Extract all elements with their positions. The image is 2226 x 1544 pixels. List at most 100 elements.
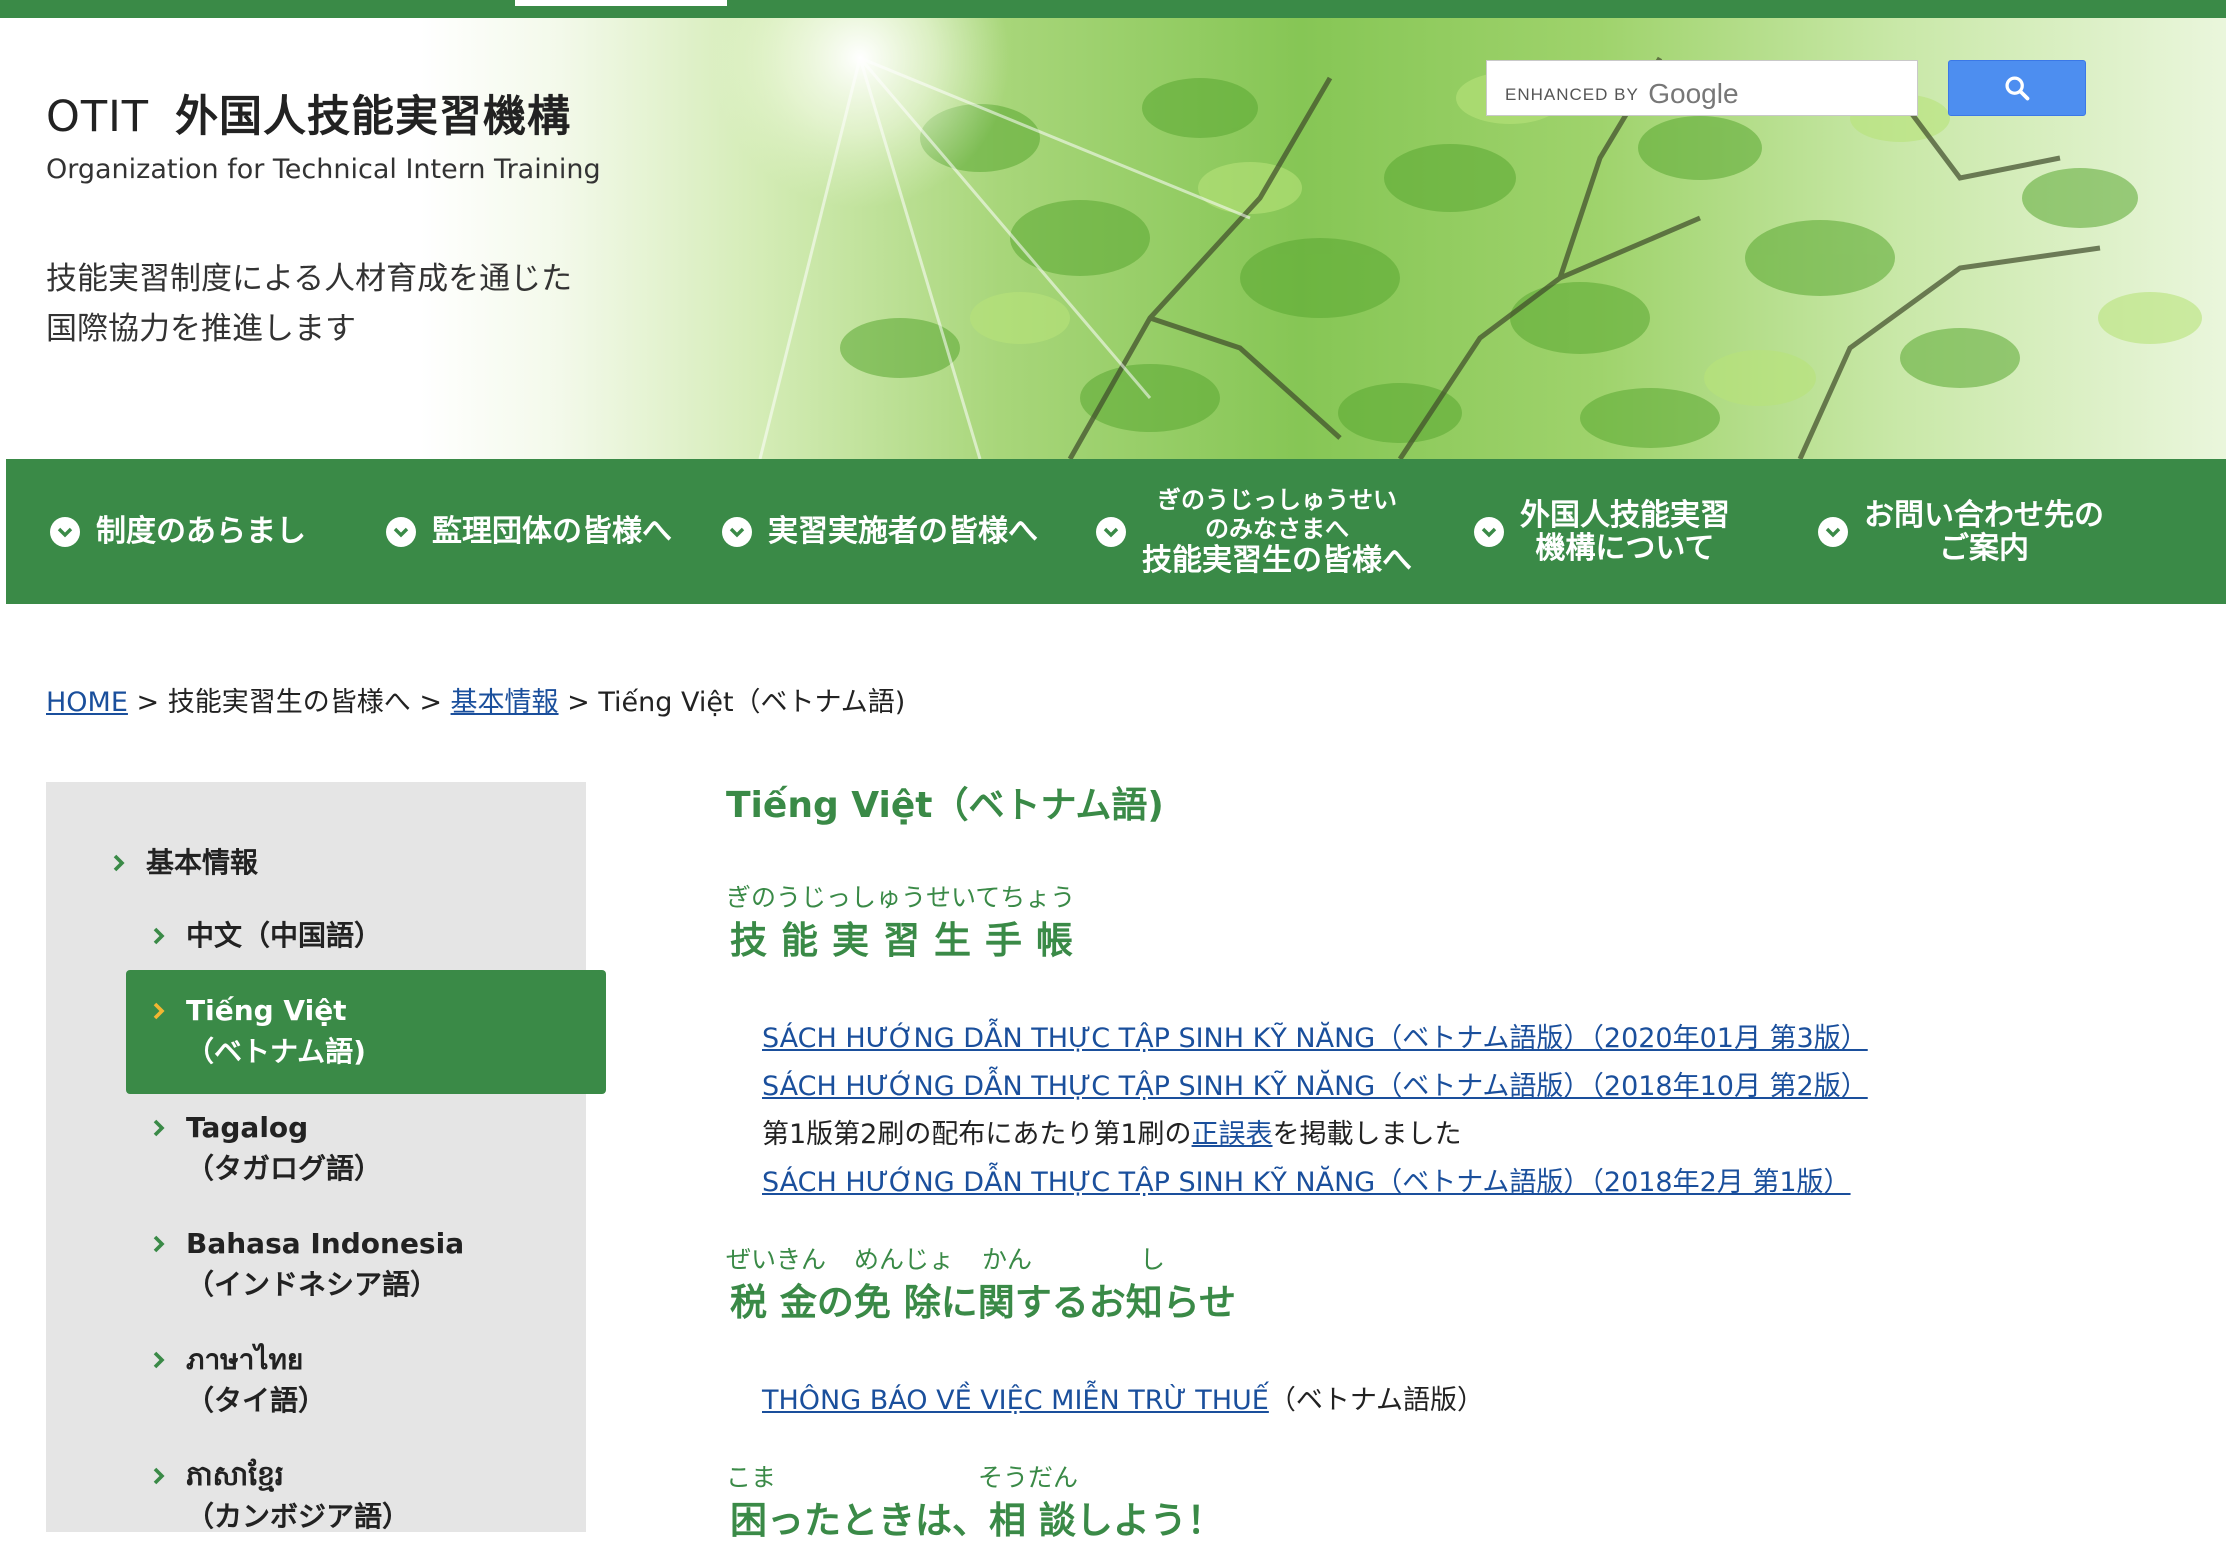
sidebar-label-line1: Bahasa Indonesia [186, 1227, 465, 1260]
breadcrumb-basic-info-link[interactable]: 基本情報 [451, 687, 559, 718]
sidebar-label-line2: （ベトナム語) [186, 1035, 366, 1068]
sidebar-item-vietnamese[interactable]: Tiếng Việt （ベトナム語) [126, 970, 606, 1094]
chevron-right-icon [152, 1223, 174, 1264]
sidebar-item-chinese[interactable]: 中文（中国語） [152, 915, 382, 956]
chevron-down-circle-icon [50, 516, 80, 547]
errata-note: 第1版第2刷の配布にあたり第1刷の正誤表を掲載しました [762, 1112, 1462, 1151]
nav-label-line2: 機構について [1535, 530, 1715, 566]
sidebar-item-indonesian[interactable]: Bahasa Indonesia （インドネシア語） [152, 1223, 464, 1305]
nav-label-line1: お問い合わせ先の [1864, 497, 2104, 533]
section-ruby: ぎのうじっしゅうせいてちょう [726, 883, 1076, 912]
breadcrumb-home-link[interactable]: HOME [46, 687, 128, 718]
nav-item-contact[interactable]: お問い合わせ先の ご案内 [1818, 459, 2104, 604]
nav-item-about-otit[interactable]: 外国人技能実習 機構について [1474, 459, 1730, 604]
nav-label: 制度のあらまし [96, 514, 306, 549]
chevron-right-icon [152, 1107, 174, 1148]
search-input[interactable] [1487, 61, 1917, 115]
section-heading: 困ったときは、相 談しよう！ [730, 1499, 1224, 1542]
nav-label: 技能実習生の皆様へ [1142, 543, 1412, 578]
sidebar-label-line1: ภาษาไทย [186, 1343, 304, 1376]
section-heading: 税 金の免 除に関するお知らせ [730, 1281, 1237, 1324]
sidebar-item-label: Bahasa Indonesia （インドネシア語） [186, 1223, 464, 1305]
sidebar-item-khmer[interactable]: ភាសាខ្មែរ （カンボジア語） [152, 1455, 410, 1537]
ruby-shi: し [1140, 1245, 1166, 1274]
sidebar-item-label: Tagalog （タガログ語） [186, 1107, 382, 1189]
nav-item-implementers[interactable]: 実習実施者の皆様へ [722, 459, 1038, 604]
sidebar-label-line1: Tagalog [186, 1111, 309, 1144]
top-bar [0, 0, 2226, 18]
sidebar-item-label: ភាសាខ្មែរ （カンボジア語） [186, 1455, 410, 1537]
ruby-koma: こま [726, 1463, 777, 1492]
logo-name-jp: 外国人技能実習機構 [175, 92, 572, 142]
nav-label: 外国人技能実習 機構について [1520, 499, 1730, 565]
ruby-kan: かん [982, 1245, 1033, 1274]
chevron-down-circle-icon [722, 516, 752, 547]
sidebar-label-line2: （インドネシア語） [186, 1268, 439, 1301]
global-nav: 制度のあらまし 監理団体の皆様へ 実習実施者の皆様へ ぎのうじっしゅうせい のみ… [6, 459, 2226, 604]
section-ruby-row: ぜいきん めんじょ かん し [726, 1240, 1236, 1274]
nav-label: 監理団体の皆様へ [432, 514, 672, 549]
ruby-menjo: めんじょ [854, 1245, 955, 1274]
site-header: OTIT 外国人技能実習機構 Organization for Technical… [0, 18, 2226, 459]
nav-item-interns[interactable]: ぎのうじっしゅうせい のみなさまへ 技能実習生の皆様へ [1096, 459, 1412, 604]
sidebar-item-basic-info[interactable]: 基本情報 [112, 842, 258, 883]
sidebar-label-line2: （タイ語） [186, 1384, 327, 1417]
chevron-right-icon [112, 842, 134, 883]
breadcrumb-separator: > [419, 687, 442, 718]
site-search-box[interactable]: ENHANCED BY Google [1486, 60, 1918, 116]
sidebar-item-label: 基本情報 [146, 846, 259, 879]
chevron-right-icon [152, 1339, 174, 1380]
sidebar-item-label: Tiếng Việt （ベトナム語) [186, 990, 366, 1072]
handbook-link-2nd-edition[interactable]: SÁCH HƯỚNG DẪN THỰC TẬP SINH KỸ NĂNG（ベトナ… [762, 1064, 1868, 1103]
sidebar-label-line1: Tiếng Việt [186, 994, 347, 1027]
tax-notice-link[interactable]: THÔNG BÁO VỀ VIỆC MIỄN TRỪ THUẾ [762, 1385, 1269, 1416]
sidebar-item-label: ภาษาไทย （タイ語） [186, 1339, 326, 1421]
nav-item-supervising-orgs[interactable]: 監理団体の皆様へ [386, 459, 672, 604]
sidebar-label-line2: （タガログ語） [186, 1152, 383, 1185]
section-title-handbook: ぎのうじっしゅうせいてちょう 技能実習生手帳 [726, 878, 1087, 964]
section-ruby-row: こま そうだん [726, 1458, 1224, 1492]
nav-label-with-ruby: ぎのうじっしゅうせい のみなさまへ 技能実習生の皆様へ [1142, 486, 1412, 577]
logo-japanese: OTIT 外国人技能実習機構 [46, 82, 601, 144]
sidebar-item-tagalog[interactable]: Tagalog （タガログ語） [152, 1107, 382, 1189]
chevron-down-circle-icon [1096, 516, 1126, 547]
tagline-line1: 技能実習制度による人材育成を通じた [46, 261, 573, 297]
nav-label: お問い合わせ先の ご案内 [1864, 499, 2104, 565]
handbook-link-3rd-edition[interactable]: SÁCH HƯỚNG DẪN THỰC TẬP SINH KỸ NĂNG（ベトナ… [762, 1016, 1868, 1055]
nav-label-line1: 外国人技能実習 [1520, 497, 1730, 533]
tax-notice-suffix: （ベトナム語版） [1268, 1385, 1485, 1416]
chevron-right-icon [152, 1455, 174, 1496]
section-title-consultation: こま そうだん 困ったときは、相 談しよう！ [726, 1458, 1224, 1544]
logo-name-en: Organization for Technical Intern Traini… [46, 154, 601, 185]
nav-label: 実習実施者の皆様へ [768, 514, 1038, 549]
nav-item-system-overview[interactable]: 制度のあらまし [50, 459, 306, 604]
tagline: 技能実習制度による人材育成を通じた 国際協力を推進します [46, 254, 606, 354]
chevron-right-icon [152, 990, 174, 1031]
search-button[interactable] [1948, 60, 2086, 116]
breadcrumb-interns: 技能実習生の皆様へ [167, 687, 411, 718]
tagline-line2: 国際協力を推進します [46, 311, 356, 347]
sidebar: 基本情報 中文（中国語） Tiếng Việt （ベトナム語) Tagalog … [46, 782, 606, 1533]
nav-label-line2: ご案内 [1939, 530, 2029, 566]
breadcrumb: HOME > 技能実習生の皆様へ > 基本情報 > Tiếng Việt（ベトナ… [46, 680, 905, 719]
tax-notice-row: THÔNG BÁO VỀ VIỆC MIỄN TRỪ THUẾ（ベトナム語版） [762, 1378, 1484, 1417]
handbook-link-1st-edition[interactable]: SÁCH HƯỚNG DẪN THỰC TẬP SINH KỸ NĂNG（ベトナ… [762, 1160, 1851, 1199]
logo-otit: OTIT [46, 92, 150, 142]
ruby-soudan: そうだん [978, 1463, 1079, 1492]
errata-note-before: 第1版第2刷の配布にあたり第1刷の [762, 1119, 1192, 1150]
nav-ruby-line1: ぎのうじっしゅうせい [1157, 486, 1397, 514]
section-heading: 技能実習生手帳 [730, 919, 1087, 962]
breadcrumb-separator: > [567, 687, 590, 718]
search-icon [2005, 76, 2030, 101]
errata-link[interactable]: 正誤表 [1192, 1119, 1273, 1150]
site-logo[interactable]: OTIT 外国人技能実習機構 Organization for Technical… [46, 82, 601, 185]
breadcrumb-separator: > [136, 687, 160, 718]
chevron-down-circle-icon [1818, 516, 1848, 547]
section-title-tax-exemption: ぜいきん めんじょ かん し 税 金の免 除に関するお知らせ [726, 1240, 1237, 1326]
sidebar-item-thai[interactable]: ภาษาไทย （タイ語） [152, 1339, 326, 1421]
breadcrumb-current: Tiếng Việt（ベトナム語) [598, 687, 906, 718]
chevron-down-circle-icon [1474, 516, 1504, 547]
nav-ruby-line2: のみなさまへ [1205, 515, 1349, 543]
sidebar-item-label: 中文（中国語） [186, 919, 383, 952]
sidebar-label-line1: ភាសាខ្មែរ [186, 1459, 284, 1492]
